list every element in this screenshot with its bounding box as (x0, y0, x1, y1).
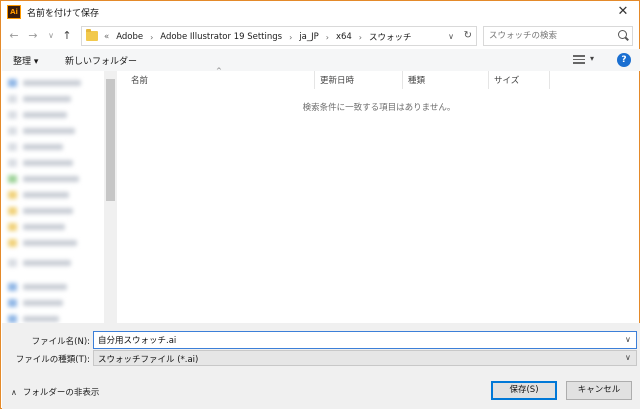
title-bar: Ai 名前を付けて保存 ✕ (1, 1, 639, 23)
chevron-up-icon: ∧ (11, 387, 17, 397)
search-input[interactable] (483, 26, 633, 46)
navigation-pane[interactable] (2, 71, 117, 323)
empty-results-message: 検索条件に一致する項目はありません。 (302, 103, 456, 113)
column-header-date-modified[interactable]: 更新日時 (320, 74, 354, 86)
column-divider[interactable] (402, 71, 403, 89)
column-header-type[interactable]: 種類 (408, 74, 425, 86)
navigation-scrollbar-thumb[interactable] (106, 79, 115, 201)
filename-label: ファイル名(N): (31, 337, 90, 347)
view-dropdown-icon[interactable]: ▾ (590, 54, 594, 63)
search-icon[interactable] (618, 30, 627, 39)
breadcrumb-item-swatches[interactable]: スウォッチ (369, 31, 412, 43)
hide-folders-toggle[interactable]: ∧ フォルダーの非表示 (11, 386, 100, 399)
column-divider[interactable] (549, 71, 550, 89)
up-arrow-icon[interactable]: ↑ (60, 29, 74, 43)
close-button[interactable]: ✕ (615, 4, 631, 20)
breadcrumb-overflow[interactable]: « (104, 32, 109, 42)
breadcrumb-item-illustrator-settings[interactable]: Adobe Illustrator 19 Settings (160, 32, 282, 42)
breadcrumb: « Adobe › Adobe Illustrator 19 Settings … (104, 31, 412, 43)
filetype-label: ファイルの種類(T): (15, 355, 90, 365)
view-options-icon[interactable] (573, 55, 585, 65)
filename-dropdown-icon[interactable]: ∨ (625, 335, 631, 344)
column-divider[interactable] (314, 71, 315, 89)
save-button[interactable]: 保存(S) (491, 381, 557, 400)
breadcrumb-item-adobe[interactable]: Adobe (116, 32, 143, 42)
dialog-title: 名前を付けて保存 (27, 9, 100, 19)
help-icon[interactable]: ? (617, 53, 631, 67)
back-arrow-icon[interactable]: ← (7, 29, 21, 43)
breadcrumb-separator-icon[interactable]: › (326, 33, 329, 42)
navigation-tree-blurred (2, 71, 104, 323)
save-as-dialog: Ai 名前を付けて保存 ✕ ← → ∨ ↑ « Adobe › Adobe Il… (0, 0, 640, 409)
breadcrumb-separator-icon[interactable]: › (150, 33, 153, 42)
organize-button[interactable]: 整理 ▾ (13, 54, 38, 67)
column-header-size[interactable]: サイズ (494, 74, 519, 86)
breadcrumb-item-x64[interactable]: x64 (336, 32, 352, 42)
folder-icon (86, 29, 98, 41)
hide-folders-label: フォルダーの非表示 (22, 388, 100, 398)
refresh-icon[interactable]: ↻ (464, 30, 472, 41)
filetype-select[interactable]: スウォッチファイル (*.ai) (93, 350, 637, 366)
filetype-dropdown-icon[interactable]: ∨ (625, 353, 631, 362)
save-form: ファイル名(N): ∨ ファイルの種類(T): スウォッチファイル (*.ai)… (2, 323, 640, 409)
recent-locations-chevron-icon[interactable]: ∨ (44, 29, 58, 43)
column-header-name[interactable]: 名前 (131, 74, 148, 86)
illustrator-app-icon: Ai (7, 5, 21, 19)
forward-arrow-icon[interactable]: → (26, 29, 40, 43)
file-list[interactable]: ^ 名前 更新日時 種類 サイズ 検索条件に一致する項目はありません。 (119, 67, 639, 323)
new-folder-button[interactable]: 新しいフォルダー (65, 54, 137, 67)
filename-input[interactable] (93, 331, 637, 349)
breadcrumb-item-ja-jp[interactable]: ja_JP (299, 32, 318, 42)
breadcrumb-separator-icon[interactable]: › (289, 33, 292, 42)
column-divider[interactable] (488, 71, 489, 89)
address-dropdown-icon[interactable]: ∨ (448, 32, 454, 41)
sort-ascending-icon: ^ (216, 67, 222, 75)
cancel-button[interactable]: キャンセル (566, 381, 632, 400)
address-bar[interactable]: « Adobe › Adobe Illustrator 19 Settings … (81, 26, 477, 46)
breadcrumb-separator-icon[interactable]: › (359, 33, 362, 42)
command-toolbar: 整理 ▾ 新しいフォルダー ▾ ? (2, 49, 640, 71)
